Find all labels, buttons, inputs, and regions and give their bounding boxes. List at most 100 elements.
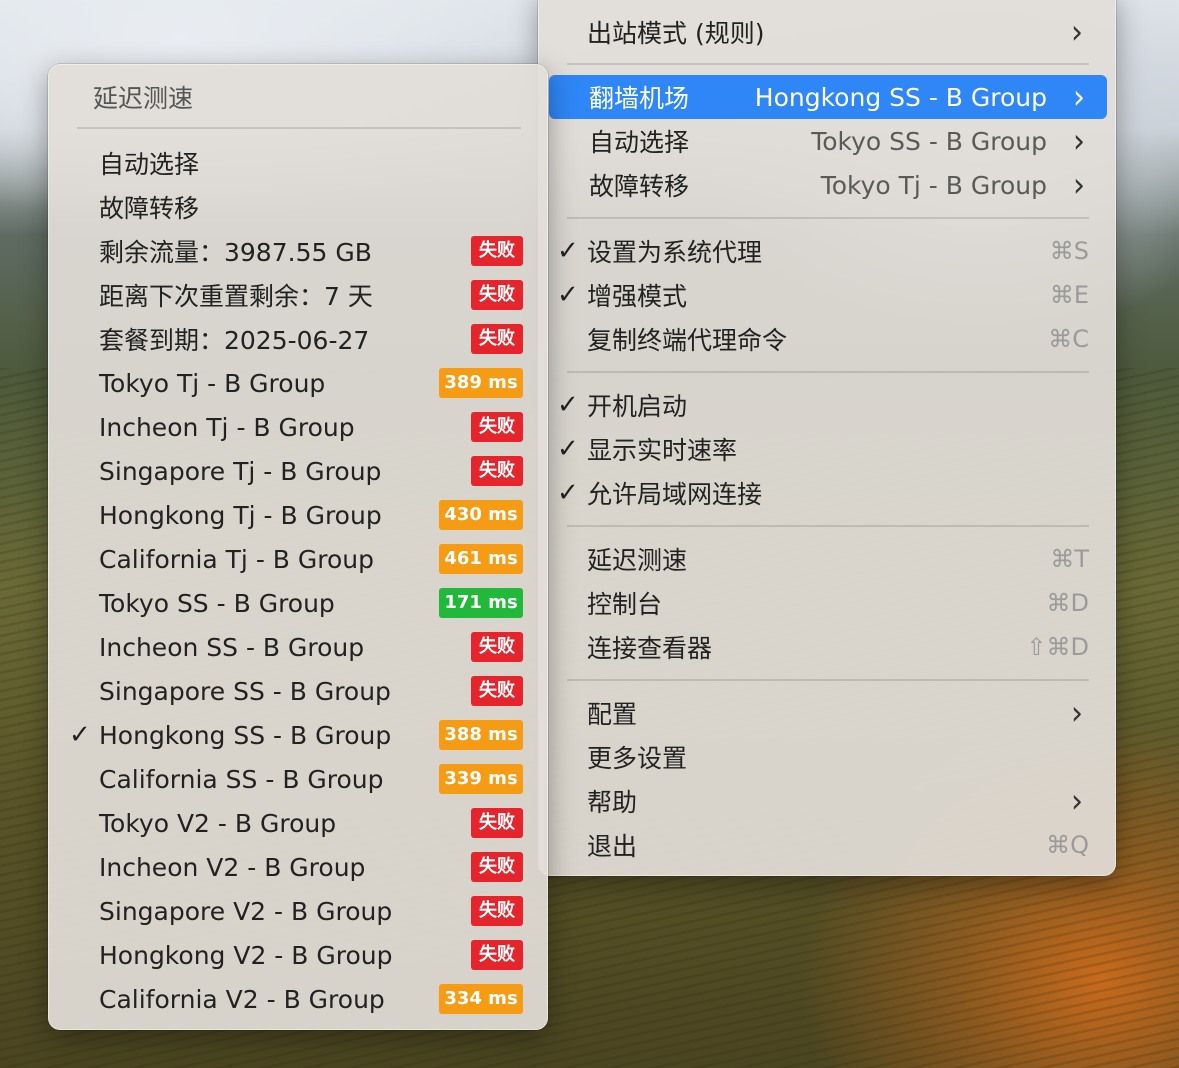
- latency-badge: 339 ms: [439, 764, 523, 794]
- proxy-list-item[interactable]: Tokyo SS - B Group 171 ms: [49, 581, 549, 625]
- checkmark-icon: ✓: [69, 720, 91, 750]
- proxy-name: Hongkong SS - B Group: [99, 720, 392, 750]
- quit-shortcut: ⌘Q: [1046, 831, 1089, 859]
- proxy-list-item[interactable]: California SS - B Group 339 ms: [49, 757, 549, 801]
- proxy-name: Incheon V2 - B Group: [99, 852, 366, 882]
- chevron-right-icon: ›: [1073, 77, 1085, 117]
- proxy-list-item[interactable]: Hongkong Tj - B Group 430 ms: [49, 493, 549, 537]
- connections-item[interactable]: 连接查看器 ⇧⌘D: [539, 625, 1117, 669]
- proxy-list-item[interactable]: Tokyo Tj - B Group 389 ms: [49, 361, 549, 405]
- proxy-list-item[interactable]: Singapore V2 - B Group 失败: [49, 889, 549, 933]
- proxy-list-item[interactable]: Incheon Tj - B Group 失败: [49, 405, 549, 449]
- proxy-name: California Tj - B Group: [99, 544, 374, 574]
- failover-label: 故障转移: [589, 172, 690, 201]
- quit-label: 退出: [587, 832, 638, 861]
- auto-select-item[interactable]: 自动选择 Tokyo SS - B Group ›: [539, 119, 1117, 163]
- proxy-name: Singapore V2 - B Group: [99, 896, 393, 926]
- proxy-list-item[interactable]: 自动选择: [49, 141, 549, 185]
- auto-select-value: Tokyo SS - B Group: [811, 126, 1047, 156]
- latency-badge: 失败: [471, 632, 523, 662]
- separator: [567, 679, 1089, 681]
- proxy-name: Hongkong V2 - B Group: [99, 940, 393, 970]
- enhanced-mode-item[interactable]: ✓ 增强模式 ⌘E: [539, 273, 1117, 317]
- checkmark-icon: ✓: [557, 236, 579, 266]
- copy-terminal-label: 复制终端代理命令: [587, 326, 788, 355]
- latency-badge: 失败: [471, 940, 523, 970]
- more-settings-label: 更多设置: [587, 744, 688, 773]
- system-proxy-label: 设置为系统代理: [587, 238, 763, 267]
- proxy-list-item[interactable]: California Tj - B Group 461 ms: [49, 537, 549, 581]
- config-item[interactable]: 配置 ›: [539, 691, 1117, 735]
- proxy-group-value: Hongkong SS - B Group: [754, 82, 1047, 112]
- proxy-list-item[interactable]: Singapore SS - B Group 失败: [49, 669, 549, 713]
- show-speed-item[interactable]: ✓ 显示实时速率: [539, 427, 1117, 471]
- checkmark-icon: ✓: [557, 390, 579, 420]
- proxy-name: Tokyo V2 - B Group: [99, 808, 337, 838]
- latency-badge: 失败: [471, 852, 523, 882]
- latency-test-item[interactable]: 延迟测速 ⌘T: [539, 537, 1117, 581]
- failover-item[interactable]: 故障转移 Tokyo Tj - B Group ›: [539, 163, 1117, 207]
- show-speed-label: 显示实时速率: [587, 436, 738, 465]
- proxy-list-item[interactable]: 剩余流量：3987.55 GB 失败: [49, 229, 549, 273]
- chevron-right-icon: ›: [1071, 781, 1083, 821]
- proxy-list-item[interactable]: California V2 - B Group 334 ms: [49, 977, 549, 1021]
- proxy-name: Singapore Tj - B Group: [99, 456, 382, 486]
- proxy-list-item[interactable]: Incheon SS - B Group 失败: [49, 625, 549, 669]
- help-item[interactable]: 帮助 ›: [539, 779, 1117, 823]
- menu-title: 延迟测速: [93, 84, 194, 113]
- proxy-name: Tokyo SS - B Group: [99, 588, 335, 618]
- latency-badge: 失败: [471, 676, 523, 706]
- latency-badge: 388 ms: [439, 720, 523, 750]
- proxy-name: California V2 - B Group: [99, 984, 385, 1014]
- proxy-group-label: 翻墙机场: [589, 84, 690, 113]
- proxy-name: Incheon SS - B Group: [99, 632, 365, 662]
- outbound-mode-item[interactable]: 出站模式 (规则) ›: [539, 10, 1117, 54]
- auto-select-label: 自动选择: [589, 128, 690, 157]
- proxy-list-item[interactable]: 距离下次重置剩余：7 天 失败: [49, 273, 549, 317]
- latency-badge: 389 ms: [439, 368, 523, 398]
- latency-badge: 334 ms: [439, 984, 523, 1014]
- more-settings-item[interactable]: 更多设置: [539, 735, 1117, 779]
- separator: [567, 371, 1089, 373]
- copy-terminal-shortcut: ⌘C: [1048, 325, 1089, 353]
- separator: [567, 63, 1089, 65]
- proxy-list-item[interactable]: 故障转移: [49, 185, 549, 229]
- latency-badge: 失败: [471, 456, 523, 486]
- proxy-list-item[interactable]: Tokyo V2 - B Group 失败: [49, 801, 549, 845]
- allow-lan-item[interactable]: ✓ 允许局域网连接: [539, 471, 1117, 515]
- help-label: 帮助: [587, 788, 638, 817]
- proxy-name: California SS - B Group: [99, 764, 384, 794]
- proxy-name: Hongkong Tj - B Group: [99, 500, 382, 530]
- proxy-list-item[interactable]: Incheon V2 - B Group 失败: [49, 845, 549, 889]
- proxy-group-item[interactable]: 翻墙机场 Hongkong SS - B Group ›: [539, 75, 1117, 119]
- copy-terminal-item[interactable]: 复制终端代理命令 ⌘C: [539, 317, 1117, 361]
- latency-badge: 171 ms: [439, 588, 523, 618]
- chevron-right-icon: ›: [1071, 12, 1083, 52]
- dashboard-item[interactable]: 控制台 ⌘D: [539, 581, 1117, 625]
- proxy-name: 自动选择: [99, 150, 200, 179]
- proxy-list-item[interactable]: Singapore Tj - B Group 失败: [49, 449, 549, 493]
- checkmark-icon: ✓: [557, 280, 579, 310]
- outbound-mode-label: 出站模式 (规则): [587, 19, 765, 48]
- proxy-list-item[interactable]: ✓ Hongkong SS - B Group 388 ms: [49, 713, 549, 757]
- proxy-list-item[interactable]: Hongkong V2 - B Group 失败: [49, 933, 549, 977]
- enhanced-mode-label: 增强模式: [587, 282, 688, 311]
- enhanced-mode-shortcut: ⌘E: [1049, 281, 1089, 309]
- connections-label: 连接查看器: [587, 634, 713, 663]
- launch-at-login-item[interactable]: ✓ 开机启动: [539, 383, 1117, 427]
- system-proxy-shortcut: ⌘S: [1049, 237, 1089, 265]
- quit-item[interactable]: 退出 ⌘Q: [539, 823, 1117, 867]
- system-proxy-item[interactable]: ✓ 设置为系统代理 ⌘S: [539, 229, 1117, 273]
- latency-badge: 失败: [471, 236, 523, 266]
- main-menu: 出站模式 (规则) › 翻墙机场 Hongkong SS - B Group ›…: [538, 0, 1116, 876]
- proxy-name: 故障转移: [99, 194, 200, 223]
- launch-at-login-label: 开机启动: [587, 392, 688, 421]
- config-label: 配置: [587, 700, 638, 729]
- proxy-name: Singapore SS - B Group: [99, 676, 391, 706]
- latency-badge: 失败: [471, 280, 523, 310]
- chevron-right-icon: ›: [1071, 693, 1083, 733]
- proxy-list-item[interactable]: 套餐到期：2025-06-27 失败: [49, 317, 549, 361]
- latency-test-label: 延迟测速: [587, 546, 688, 575]
- allow-lan-label: 允许局域网连接: [587, 480, 763, 509]
- latency-badge: 失败: [471, 808, 523, 838]
